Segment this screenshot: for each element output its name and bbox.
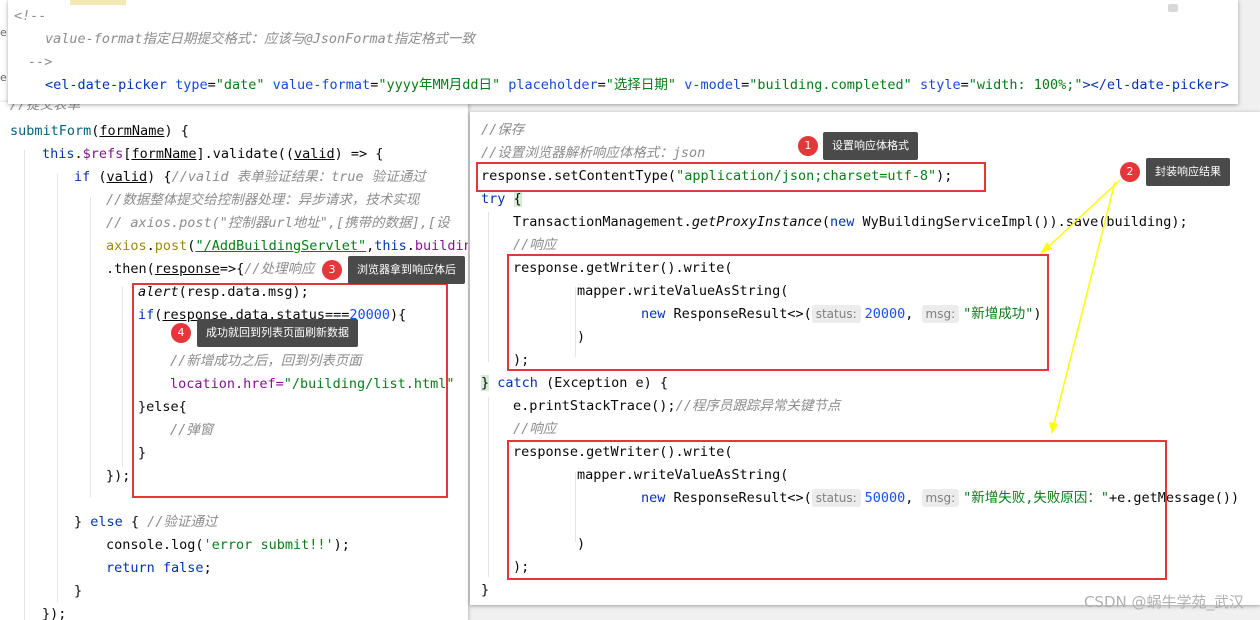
annotation-tooltip-4: 成功就回到列表页面刷新数据 [197, 319, 358, 347]
annotation-arrows [1040, 179, 1121, 434]
annotation-badge-4: 4 [171, 323, 191, 343]
annotation-badge-2: 2 [1120, 162, 1140, 182]
arrowhead [1049, 422, 1058, 434]
annotation-tooltip-2: 封装响应结果 [1146, 158, 1230, 186]
watermark: CSDN @蜗牛学苑_武汉 [1083, 593, 1244, 611]
arrowhead [1040, 242, 1052, 254]
annotation-badge-1: 1 [798, 136, 818, 156]
arrow-to-success [1044, 179, 1121, 251]
annotation-tooltip-1: 设置响应体格式 [823, 132, 918, 160]
annotation-tooltip-3: 浏览器拿到响应体后 [348, 256, 465, 284]
annotation-badge-3: 3 [322, 260, 342, 280]
arrow-to-fail [1052, 181, 1116, 429]
